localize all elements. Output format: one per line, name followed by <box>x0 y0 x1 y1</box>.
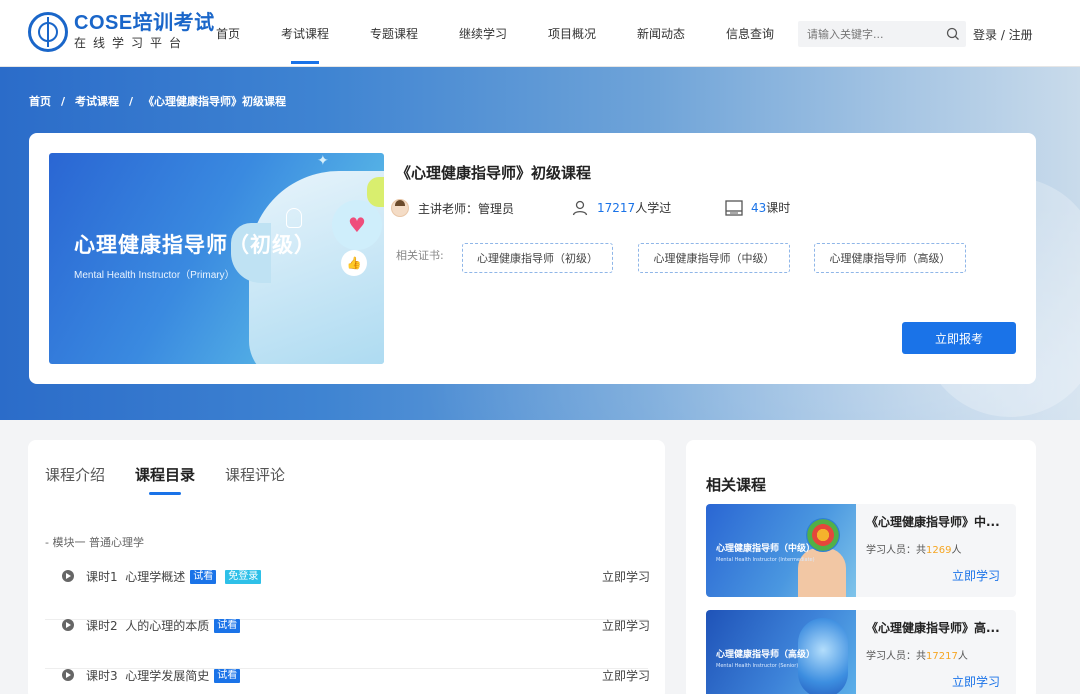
lesson-number: 课时2 <box>86 619 118 633</box>
count-suffix: 人 <box>957 651 968 662</box>
lesson-title: 心理学发展简史 <box>125 669 210 683</box>
breadcrumb-home[interactable]: 首页 <box>29 95 51 108</box>
related-course-image: 心理健康指导师（中级） Mental Health Instructor (In… <box>706 504 856 597</box>
play-icon <box>62 669 74 681</box>
nav-project-overview[interactable]: 项目概况 <box>548 25 596 42</box>
logo-title: COSE培训考试 <box>74 12 215 34</box>
lesson-title: 人的心理的本质 <box>125 619 210 633</box>
breadcrumb-current: 《心理健康指导师》初级课程 <box>143 95 287 108</box>
enroll-button[interactable]: 立即报考 <box>902 322 1016 354</box>
nav-continue-learning[interactable]: 继续学习 <box>459 25 507 42</box>
module-title: 模块一 普通心理学 <box>52 536 144 549</box>
cover-subtitle: Mental Health Instructor（Primary） <box>74 270 235 281</box>
cert-primary[interactable]: 心理健康指导师（初级） <box>462 243 613 273</box>
top-header: COSE培训考试 在线学习平台 首页 考试课程 专题课程 继续学习 项目概况 新… <box>0 0 1080 67</box>
login-register-link[interactable]: 登录 / 注册 <box>973 26 1033 43</box>
search-icon[interactable] <box>946 27 960 41</box>
breadcrumb-category[interactable]: 考试课程 <box>75 95 119 108</box>
related-courses-title: 相关课程 <box>706 476 767 494</box>
no-login-badge: 免登录 <box>225 569 262 584</box>
lesson-hours-number: 43 <box>751 200 767 215</box>
course-banner: 首页 / 考试课程 / 《心理健康指导师》初级课程 ✦ ♥ 👍 心理健康指导师（初级） … <box>0 67 1080 420</box>
cose-logo-icon <box>28 12 68 52</box>
nav-home[interactable]: 首页 <box>216 25 240 42</box>
tab-intro[interactable]: 课程介绍 <box>45 464 105 485</box>
lightbulb-icon <box>286 208 302 228</box>
learner-count: 17217 人学过 <box>572 199 671 216</box>
related-course-item[interactable]: 心理健康指导师（高级） Mental Health Instructor (Se… <box>706 610 1016 694</box>
learner-count-suffix: 人学过 <box>635 201 672 215</box>
cert-label: 相关证书: <box>396 249 444 262</box>
related-image-title: 心理健康指导师（高级） <box>716 650 816 660</box>
related-image-title: 心理健康指导师（中级） <box>716 544 816 554</box>
lesson-row[interactable]: 课时2 人的心理的本质 试看 立即学习 <box>45 617 650 669</box>
breadcrumb-separator: / <box>129 95 134 108</box>
related-course-item[interactable]: 心理健康指导师（中级） Mental Health Instructor (In… <box>706 504 1016 597</box>
count-label: 学习人员：共 <box>866 545 926 556</box>
lesson-row[interactable]: 课时3 心理学发展简史 试看 立即学习 <box>45 667 650 694</box>
preview-badge: 试看 <box>190 569 217 584</box>
play-icon <box>62 619 74 631</box>
module-heading[interactable]: - 模块一 普通心理学 <box>45 534 144 550</box>
teacher-info: 主讲老师：管理员 <box>391 199 514 217</box>
course-title: 《心理健康指导师》初级课程 <box>396 164 592 182</box>
course-detail-card: 课程介绍 课程目录 课程评论 - 模块一 普通心理学 课时1 心理学概述 试看 … <box>28 440 665 694</box>
related-image-subtitle: Mental Health Instructor (Intermediate) <box>716 557 815 563</box>
count-number: 17217 <box>926 651 958 662</box>
lesson-title: 心理学概述 <box>125 570 186 584</box>
tab-catalog[interactable]: 课程目录 <box>135 464 195 495</box>
breadcrumb: 首页 / 考试课程 / 《心理健康指导师》初级课程 <box>29 93 294 109</box>
logo-subtitle: 在线学习平台 <box>74 36 189 50</box>
related-course-title[interactable]: 《心理健康指导师》中... <box>866 513 1006 530</box>
thumbs-up-icon: 👍 <box>341 250 367 276</box>
cert-intermediate[interactable]: 心理健康指导师（中级） <box>638 243 790 273</box>
search-box <box>798 21 966 47</box>
related-study-now-link[interactable]: 立即学习 <box>952 567 1000 584</box>
related-study-now-link[interactable]: 立即学习 <box>952 673 1000 690</box>
nav-info-query[interactable]: 信息查询 <box>726 25 774 42</box>
course-cover-image: ✦ ♥ 👍 心理健康指导师（初级） Mental Health Instruct… <box>49 153 384 364</box>
lesson-hours-suffix: 课时 <box>766 201 791 215</box>
related-course-count: 学习人员：共17217人 <box>866 647 968 662</box>
heart-icon: ♥ <box>332 200 382 250</box>
tab-comments[interactable]: 课程评论 <box>225 464 285 485</box>
lesson-number: 课时1 <box>86 570 118 584</box>
site-logo[interactable]: COSE培训考试 在线学习平台 <box>28 12 215 52</box>
cover-title: 心理健康指导师（初级） <box>74 233 316 257</box>
teacher-label: 主讲老师：管理员 <box>418 201 515 216</box>
course-info-card: ✦ ♥ 👍 心理健康指导师（初级） Mental Health Instruct… <box>29 133 1036 384</box>
count-suffix: 人 <box>951 545 962 556</box>
user-icon <box>572 200 588 215</box>
breadcrumb-separator: / <box>61 95 66 108</box>
play-icon <box>62 570 74 582</box>
preview-badge: 试看 <box>214 668 241 683</box>
nav-news[interactable]: 新闻动态 <box>637 25 685 42</box>
lesson-hours: 43 课时 <box>725 199 790 216</box>
learner-count-number: 17217 <box>597 200 636 215</box>
related-courses-card: 相关课程 心理健康指导师（中级） Mental Health Instructo… <box>686 440 1036 694</box>
nav-topic-courses[interactable]: 专题课程 <box>370 25 418 42</box>
cert-senior[interactable]: 心理健康指导师（高级） <box>814 243 966 273</box>
book-icon <box>725 199 743 216</box>
nav-exam-courses[interactable]: 考试课程 <box>281 25 329 64</box>
lesson-number: 课时3 <box>86 669 118 683</box>
preview-badge: 试看 <box>214 618 241 633</box>
search-input[interactable] <box>798 21 938 47</box>
study-now-link[interactable]: 立即学习 <box>602 617 650 634</box>
study-now-link[interactable]: 立即学习 <box>602 568 650 585</box>
related-course-count: 学习人员：共1269人 <box>866 541 961 556</box>
count-number: 1269 <box>926 545 952 556</box>
teacher-avatar <box>391 199 409 217</box>
related-course-title[interactable]: 《心理健康指导师》高... <box>866 619 1006 636</box>
related-course-image: 心理健康指导师（高级） Mental Health Instructor (Se… <box>706 610 856 694</box>
related-image-subtitle: Mental Health Instructor (Senior) <box>716 663 799 669</box>
bird-icon: ✦ <box>317 153 329 169</box>
lesson-row[interactable]: 课时1 心理学概述 试看 免登录 立即学习 <box>45 568 650 620</box>
study-now-link[interactable]: 立即学习 <box>602 667 650 684</box>
count-label: 学习人员：共 <box>866 651 926 662</box>
